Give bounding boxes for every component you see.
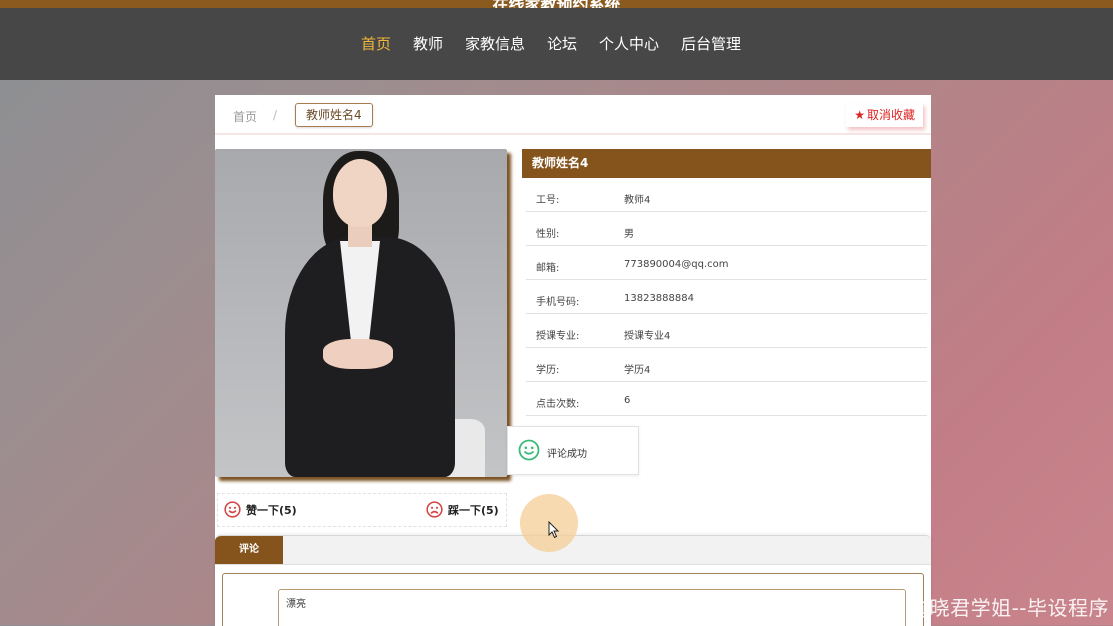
info-value: 13823888884	[624, 293, 694, 304]
like-label: 赞一下(5)	[246, 503, 297, 517]
comment-section: 评论 漂亮	[215, 535, 931, 626]
smile-icon	[224, 501, 241, 518]
info-row-email: 邮箱: 773890004@qq.com	[526, 246, 927, 280]
teacher-info-card: 教师姓名4 工号: 教师4 性别: 男 邮箱: 773890004@qq.com…	[522, 149, 931, 416]
site-title: 在线家教预约系统	[0, 0, 1113, 8]
info-row-education: 学历: 学历4	[526, 348, 927, 382]
teacher-name: 教师姓名4	[522, 149, 931, 178]
watermark: CSDN @晓君学姐--毕设程序	[843, 596, 1109, 620]
top-strip: 在线家教预约系统	[0, 0, 1113, 8]
comment-form: 漂亮	[222, 573, 924, 626]
info-label: 授课专业:	[536, 331, 580, 342]
nav-item-home[interactable]: 首页	[361, 34, 402, 54]
info-row-phone: 手机号码: 13823888884	[526, 280, 927, 314]
nav-item-teachers[interactable]: 教师	[402, 34, 454, 54]
comment-input[interactable]: 漂亮	[278, 589, 906, 626]
info-label: 性别:	[536, 229, 560, 240]
nav-item-tutoring-info[interactable]: 家教信息	[454, 34, 536, 54]
nav-item-admin[interactable]: 后台管理	[670, 34, 752, 54]
like-button[interactable]: 赞一下(5)	[224, 501, 297, 518]
main-nav: 首页 教师 家教信息 论坛 个人中心 后台管理	[0, 8, 1113, 80]
info-value: 学历4	[624, 365, 651, 376]
info-label: 学历:	[536, 365, 560, 376]
info-value: 男	[624, 229, 634, 240]
nav-item-personal-center[interactable]: 个人中心	[588, 34, 670, 54]
star-icon: ★	[854, 108, 865, 122]
nav-item-forum[interactable]: 论坛	[536, 34, 588, 54]
toast-message: 评论成功	[547, 449, 587, 460]
dislike-button[interactable]: 踩一下(5)	[426, 501, 499, 518]
info-row-gender: 性别: 男	[526, 212, 927, 246]
breadcrumb-current: 教师姓名4	[295, 103, 373, 127]
breadcrumb: 首页 / 教师姓名4 ★ 取消收藏	[215, 95, 931, 135]
info-value: 授课专业4	[624, 331, 671, 342]
unfavorite-label: 取消收藏	[866, 108, 915, 122]
comment-tabbar: 评论	[215, 536, 931, 565]
info-label: 工号:	[536, 195, 560, 206]
unfavorite-button[interactable]: ★ 取消收藏	[846, 103, 923, 127]
info-row-id: 工号: 教师4	[526, 178, 927, 212]
dislike-label: 踩一下(5)	[448, 503, 499, 517]
nav-list: 首页 教师 家教信息 论坛 个人中心 后台管理	[0, 34, 1113, 54]
info-row-clicks: 点击次数: 6	[526, 382, 927, 416]
breadcrumb-separator: /	[273, 108, 278, 122]
success-toast: 评论成功	[507, 426, 639, 475]
info-value: 6	[624, 395, 631, 406]
info-label: 手机号码:	[536, 297, 580, 308]
frown-icon	[426, 501, 443, 518]
cursor-icon	[548, 521, 560, 539]
teacher-photo	[215, 149, 507, 477]
info-label: 邮箱:	[536, 263, 560, 274]
breadcrumb-home[interactable]: 首页	[233, 108, 257, 125]
smile-icon	[518, 439, 540, 461]
tab-comments[interactable]: 评论	[215, 536, 283, 564]
vote-bar: 赞一下(5) 踩一下(5)	[217, 493, 507, 527]
info-value: 教师4	[624, 195, 651, 206]
info-label: 点击次数:	[536, 399, 580, 410]
info-value: 773890004@qq.com	[624, 259, 729, 270]
info-row-major: 授课专业: 授课专业4	[526, 314, 927, 348]
